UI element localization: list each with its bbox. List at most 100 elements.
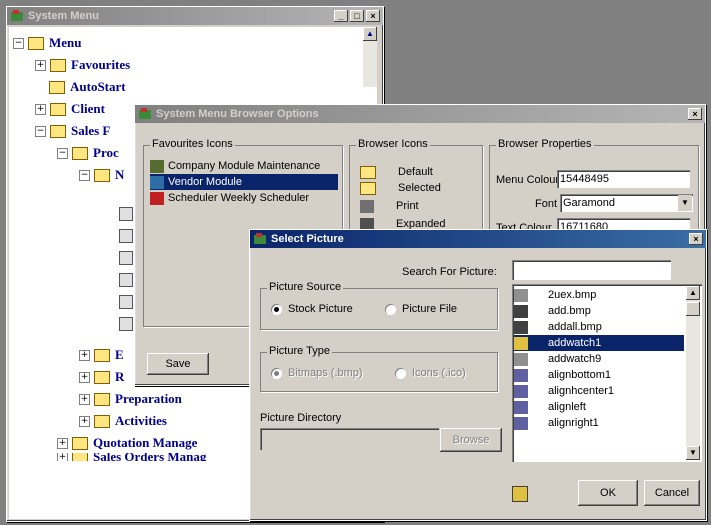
selected-icon-row[interactable]: Selected — [360, 180, 441, 196]
scroll-up-button[interactable]: ▲ — [686, 286, 700, 300]
system-menu-titlebar[interactable]: System Menu _ □ × — [7, 7, 383, 25]
close-button[interactable]: × — [689, 233, 703, 245]
select-picture-titlebar[interactable]: Select Picture × — [250, 230, 706, 248]
list-item[interactable]: Company Module Maintenance — [150, 158, 338, 174]
tree-node-label: Proc — [93, 145, 119, 160]
tree-node[interactable]: + Sales Orders Manag — [57, 453, 206, 461]
list-item[interactable]: 2uex.bmp — [514, 287, 684, 303]
app-icon — [10, 9, 24, 23]
tree-node[interactable]: AutoStart — [49, 77, 126, 97]
group-label: Browser Properties — [496, 138, 594, 150]
module-icon[interactable] — [119, 251, 133, 265]
list-item[interactable]: addwatch9 — [514, 351, 684, 367]
list-item[interactable]: addall.bmp — [514, 319, 684, 335]
list-item[interactable]: alignright1 — [514, 415, 684, 431]
list-item-label: Selected — [398, 182, 441, 194]
list-item-label: addall.bmp — [548, 321, 602, 333]
tree-node-label: R — [115, 369, 125, 384]
tree-node[interactable]: + Client — [35, 99, 105, 119]
scroll-down-button[interactable]: ▼ — [686, 446, 700, 460]
list-item-selected[interactable]: Vendor Module — [150, 174, 338, 190]
module-icon[interactable] — [119, 207, 133, 221]
icon-radio: Icons (.ico) — [395, 367, 466, 379]
ok-button-label: OK — [600, 487, 616, 499]
tree-node-label: N — [115, 167, 125, 182]
collapse-icon[interactable]: − — [35, 125, 46, 137]
tree-node-label: Favourites — [71, 57, 131, 72]
radio-button[interactable] — [385, 303, 396, 315]
collapse-icon[interactable]: − — [79, 169, 90, 181]
tree-node[interactable]: − Proc — [57, 143, 119, 163]
scroll-up-button[interactable]: ▲ — [363, 27, 377, 41]
close-button[interactable]: × — [688, 108, 702, 120]
list-item[interactable]: Scheduler Weekly Scheduler — [150, 190, 338, 206]
scroll-thumb[interactable] — [686, 302, 700, 316]
picture-list[interactable]: 2uex.bmp add.bmp addall.bmp addwatch1 ad… — [512, 284, 702, 462]
tree-node[interactable]: + E — [79, 345, 124, 365]
tree-node[interactable]: + Favourites — [35, 55, 130, 75]
tree-node[interactable]: + Preparation — [79, 389, 182, 409]
tree-node[interactable]: + Activities — [79, 411, 167, 431]
list-item-label: alignhcenter1 — [548, 385, 615, 397]
collapse-icon[interactable]: − — [13, 37, 24, 49]
minimize-button[interactable]: _ — [334, 10, 348, 22]
cancel-button[interactable]: Cancel — [644, 480, 700, 506]
list-item[interactable]: alignbottom1 — [514, 367, 684, 383]
picture-icon — [514, 336, 528, 350]
close-button[interactable]: × — [366, 10, 380, 22]
list-item-label: alignbottom1 — [548, 369, 611, 381]
list-item-label: alignleft — [548, 401, 586, 413]
folder-icon — [94, 370, 110, 384]
expand-icon[interactable]: + — [57, 453, 68, 461]
expand-icon[interactable]: + — [79, 349, 90, 361]
expand-icon[interactable]: + — [79, 393, 90, 405]
radio-button-checked[interactable] — [271, 303, 282, 315]
tree-node[interactable]: + Quotation Manage — [57, 433, 197, 453]
search-label: Search For Picture: — [402, 266, 497, 278]
menu-colour-input[interactable]: 15448495 — [557, 170, 690, 188]
browser-options-titlebar[interactable]: System Menu Browser Options × — [135, 105, 705, 123]
list-item-label: addwatch9 — [548, 353, 602, 365]
list-item[interactable]: alignhcenter1 — [514, 383, 684, 399]
expand-icon[interactable]: + — [35, 59, 46, 71]
font-select[interactable]: Garamond ▼ — [560, 194, 693, 212]
print-icon-row[interactable]: Print — [360, 198, 419, 214]
tree-scrollbar[interactable]: ▲ — [363, 27, 377, 87]
tree-node[interactable]: − Sales F — [35, 121, 110, 141]
tree-node[interactable]: − N — [79, 165, 124, 185]
ok-button[interactable]: OK — [578, 480, 638, 506]
expand-icon[interactable]: + — [79, 371, 90, 383]
font-select-value: Garamond — [563, 197, 615, 209]
chevron-down-icon[interactable]: ▼ — [678, 195, 692, 211]
expand-icon[interactable]: + — [79, 415, 90, 427]
folder-icon — [72, 436, 88, 450]
list-item-selected[interactable]: addwatch1 — [514, 335, 684, 351]
collapse-icon[interactable]: − — [57, 147, 68, 159]
module-icon[interactable] — [119, 273, 133, 287]
expand-icon[interactable]: + — [35, 103, 46, 115]
tree-node[interactable]: − Menu — [13, 33, 82, 53]
tree-node-label: E — [115, 347, 124, 362]
tree-node[interactable]: + R — [79, 367, 124, 387]
module-icon[interactable] — [119, 317, 133, 331]
picture-file-radio[interactable]: Picture File — [385, 303, 457, 315]
module-icon[interactable] — [119, 229, 133, 243]
folder-icon — [72, 453, 88, 461]
expand-icon[interactable]: + — [57, 437, 68, 449]
radio-label: Bitmaps (.bmp) — [288, 367, 363, 379]
search-input[interactable] — [512, 260, 671, 280]
favourites-list[interactable]: Company Module Maintenance Vendor Module… — [150, 158, 338, 206]
default-icon-row[interactable]: Default — [360, 164, 433, 180]
picture-icon — [514, 288, 528, 302]
save-button[interactable]: Save — [147, 353, 209, 375]
list-item[interactable]: alignleft — [514, 399, 684, 415]
picture-list-scrollbar[interactable]: ▲ ▼ — [686, 286, 700, 460]
tree-node-label: Preparation — [115, 391, 182, 406]
stock-picture-radio[interactable]: Stock Picture — [271, 303, 353, 315]
maximize-button[interactable]: □ — [350, 10, 364, 22]
module-icon[interactable] — [119, 295, 133, 309]
list-item[interactable]: add.bmp — [514, 303, 684, 319]
tree-node-label: Quotation Manage — [93, 435, 198, 450]
tree-node-label: Activities — [115, 413, 167, 428]
radio-label: Icons (.ico) — [412, 367, 466, 379]
